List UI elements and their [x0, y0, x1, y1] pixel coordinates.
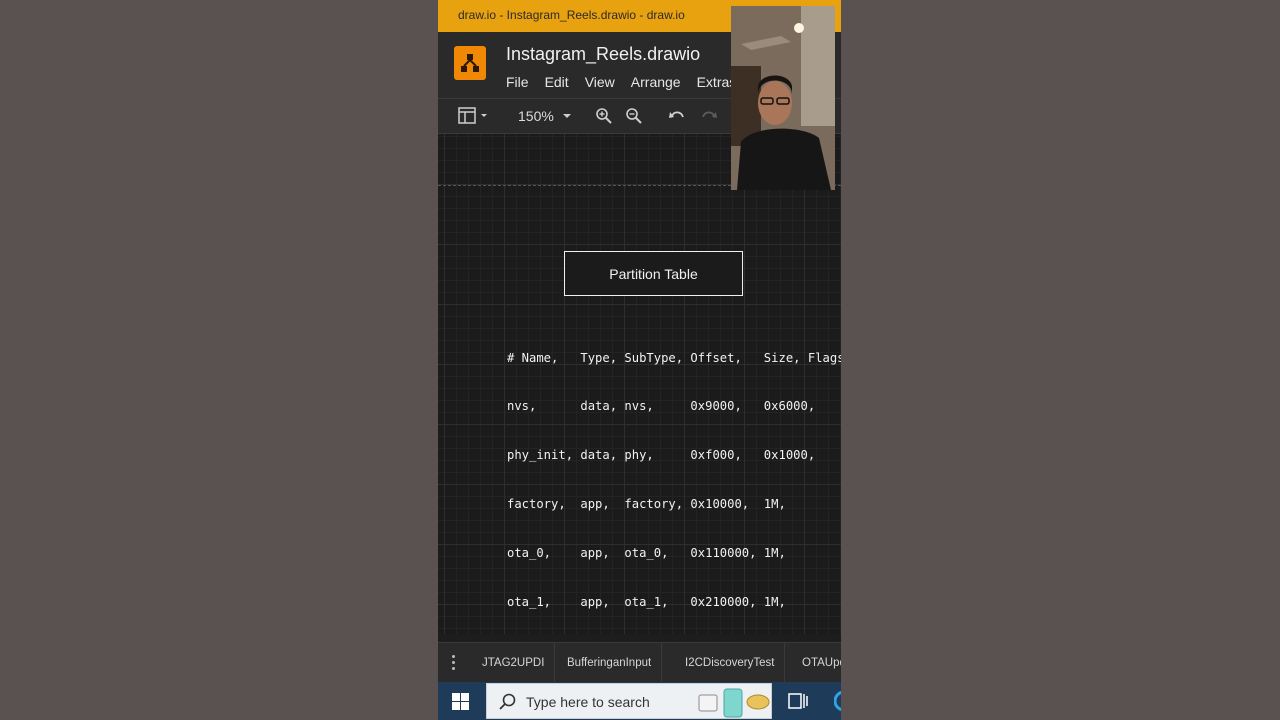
- partition-table-label: Partition Table: [609, 265, 698, 282]
- menu-file[interactable]: File: [506, 74, 529, 90]
- left-backdrop: [0, 0, 438, 720]
- menu-arrange[interactable]: Arrange: [631, 74, 681, 90]
- zoom-out-icon: [626, 108, 642, 124]
- taskbar-search-box[interactable]: Type here to search: [486, 683, 772, 719]
- partition-table-shape[interactable]: Partition Table: [564, 251, 743, 296]
- tab-bufferinganinput[interactable]: BufferinganInput: [557, 643, 663, 683]
- search-highlight-icon: [698, 688, 770, 718]
- zoom-out-button[interactable]: [625, 105, 643, 127]
- webcam-video-image: [731, 6, 835, 190]
- tab-otaupdate[interactable]: OTAUpd: [792, 643, 841, 683]
- task-view-icon[interactable]: [788, 692, 808, 710]
- zoom-select[interactable]: 150%: [518, 105, 574, 127]
- code-line: nvs, data, nvs, 0x9000, 0x6000,: [507, 399, 816, 414]
- windows-taskbar: Type here to search: [438, 682, 841, 720]
- edge-icon[interactable]: [834, 689, 841, 713]
- drawio-logo-icon: [454, 46, 486, 80]
- file-name[interactable]: Instagram_Reels.drawio: [506, 44, 700, 65]
- undo-button[interactable]: [668, 105, 686, 127]
- redo-icon: [702, 111, 717, 118]
- zoom-level: 150%: [518, 108, 554, 124]
- right-backdrop: [841, 0, 1280, 720]
- partition-csv-text[interactable]: # Name, Type, SubType, Offset, Size, Fla…: [507, 317, 841, 643]
- tab-jtag2updi[interactable]: JTAG2UPDI: [472, 643, 556, 683]
- window-title: draw.io - Instagram_Reels.drawio - draw.…: [458, 8, 685, 22]
- menu-edit[interactable]: Edit: [545, 74, 569, 90]
- code-line: phy_init, data, phy, 0xf000, 0x1000,: [507, 448, 816, 463]
- chevron-down-icon: [562, 114, 571, 118]
- code-line: # Name, Type, SubType, Offset, Size, Fla…: [507, 350, 841, 365]
- more-vertical-icon[interactable]: [450, 655, 456, 670]
- code-line: ota_1, app, ota_1, 0x210000, 1M,: [507, 595, 786, 610]
- page-tabs: JTAG2UPDI BufferinganInput I2CDiscoveryT…: [438, 642, 841, 683]
- undo-icon: [669, 111, 684, 118]
- webcam-overlay: [731, 6, 835, 190]
- search-placeholder: Type here to search: [526, 694, 650, 710]
- windows-start-icon[interactable]: [452, 693, 469, 710]
- format-panel-icon: [458, 107, 487, 124]
- menu-view[interactable]: View: [585, 74, 615, 90]
- zoom-in-icon: [596, 108, 612, 124]
- code-line: factory, app, factory, 0x10000, 1M,: [507, 497, 786, 512]
- search-icon: [499, 693, 516, 710]
- menu-bar: File Edit View Arrange Extras: [506, 74, 752, 90]
- diagram-canvas[interactable]: Partition Table # Name, Type, SubType, O…: [438, 134, 841, 634]
- code-line: ota_0, app, ota_0, 0x110000, 1M,: [507, 546, 786, 561]
- format-panel-button[interactable]: [458, 105, 488, 127]
- tab-i2cdiscoverytest[interactable]: I2CDiscoveryTest: [675, 643, 786, 683]
- zoom-in-button[interactable]: [595, 105, 613, 127]
- redo-button[interactable]: [700, 105, 718, 127]
